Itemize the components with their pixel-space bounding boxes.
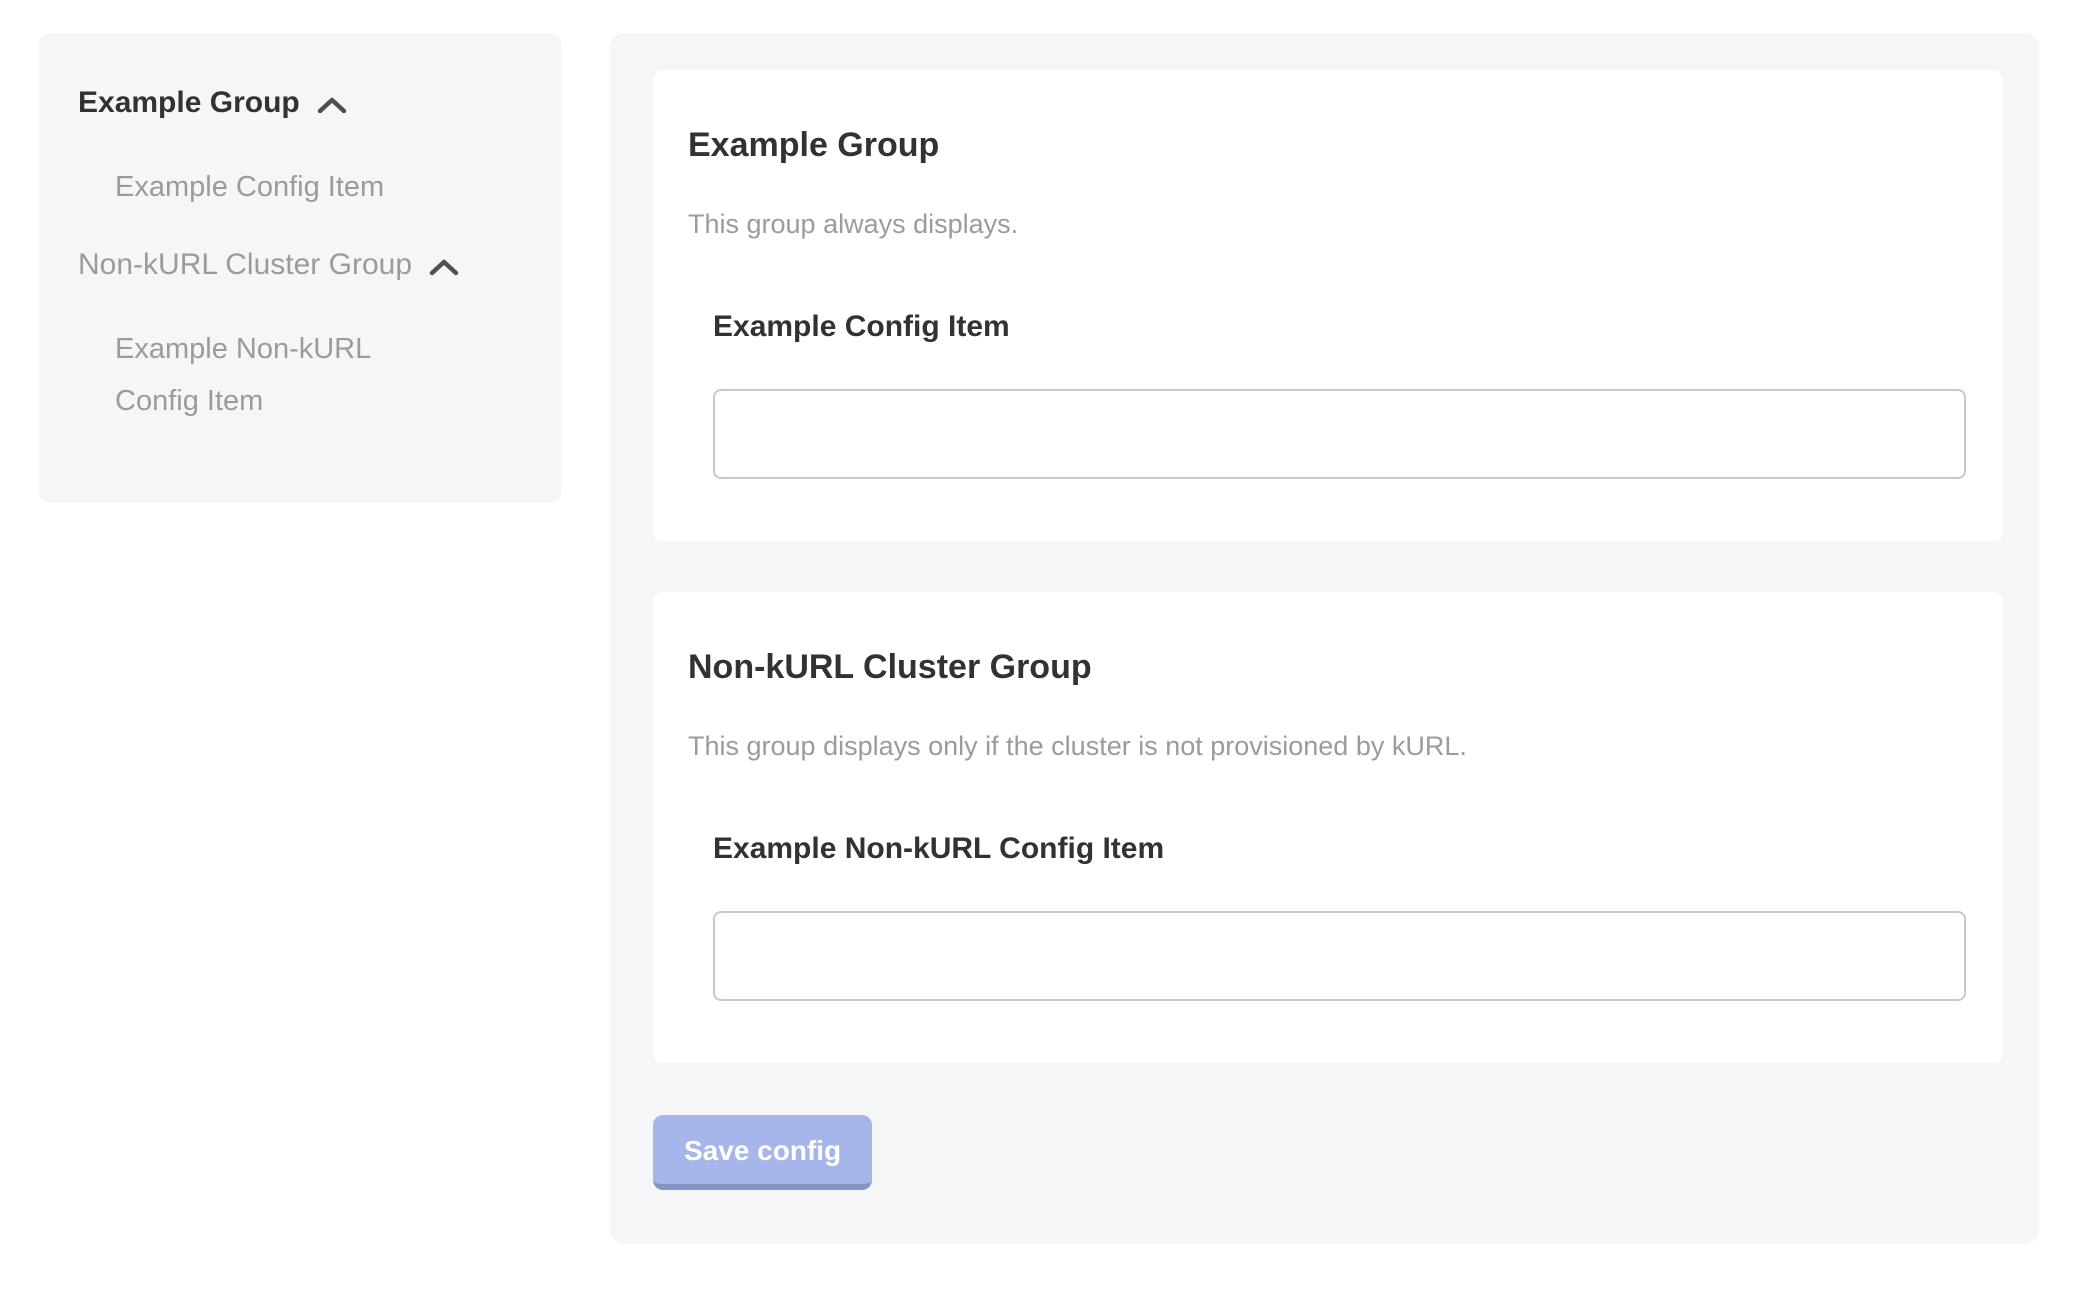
config-item: Example Config Item	[713, 309, 1966, 479]
chevron-up-icon	[316, 95, 348, 115]
sidebar-item-example-non-kurl-config-item[interactable]: Example Non-kURL Config Item	[115, 323, 445, 427]
config-item: Example Non-kURL Config Item	[713, 831, 1966, 1001]
config-area: Example Group This group always displays…	[610, 33, 2039, 1244]
sidebar-item-example-config-item[interactable]: Example Config Item	[115, 161, 445, 213]
group-description: This group always displays.	[688, 207, 1966, 241]
save-config-button[interactable]: Save config	[653, 1115, 872, 1190]
config-page: Example Group Example Config Item Non-kU…	[0, 0, 2084, 1244]
sidebar-group-non-kurl-cluster-group[interactable]: Non-kURL Cluster Group	[78, 243, 522, 287]
config-item-input-example-non-kurl-config-item[interactable]	[713, 911, 1966, 1001]
config-nav-sidebar: Example Group Example Config Item Non-kU…	[39, 33, 562, 503]
group-title: Non-kURL Cluster Group	[688, 647, 1966, 687]
sidebar-group-label: Non-kURL Cluster Group	[78, 243, 412, 287]
config-group-card-example-group: Example Group This group always displays…	[653, 70, 2003, 541]
config-item-label: Example Non-kURL Config Item	[713, 831, 1966, 867]
sidebar-group-example-group[interactable]: Example Group	[78, 81, 522, 125]
config-item-label: Example Config Item	[713, 309, 1966, 345]
sidebar-group-label: Example Group	[78, 81, 300, 125]
config-group-card-non-kurl-cluster-group: Non-kURL Cluster Group This group displa…	[653, 592, 2003, 1063]
chevron-up-icon	[428, 257, 460, 277]
group-description: This group displays only if the cluster …	[688, 729, 1966, 763]
config-item-input-example-config-item[interactable]	[713, 389, 1966, 479]
group-title: Example Group	[688, 125, 1966, 165]
